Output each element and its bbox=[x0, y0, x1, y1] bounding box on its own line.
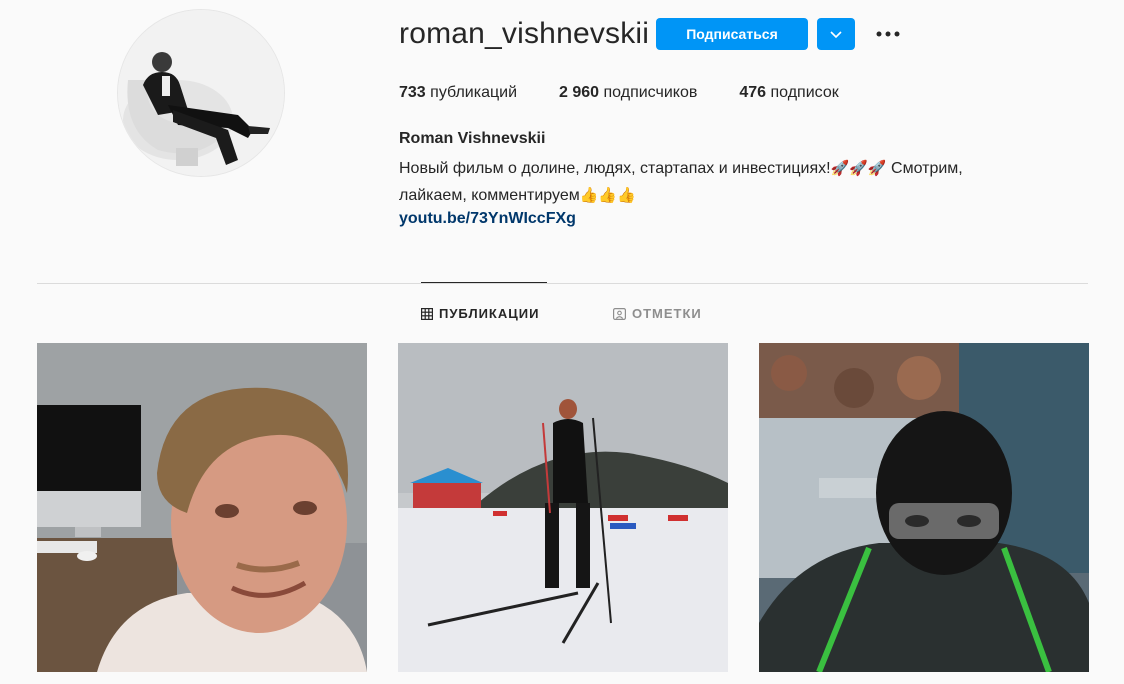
tab-tagged-label: ОТМЕТКИ bbox=[632, 306, 702, 321]
followers-label: подписчиков bbox=[603, 84, 698, 101]
profile-external-link[interactable]: youtu.be/73YnWIccFXg bbox=[399, 210, 576, 228]
more-dots-icon bbox=[876, 31, 900, 37]
chevron-down-icon bbox=[830, 31, 842, 39]
tab-posts[interactable]: ПУБЛИКАЦИИ bbox=[421, 306, 539, 321]
stat-followers[interactable]: 2 960 подписчиков bbox=[559, 84, 697, 102]
profile-full-name: Roman Vishnevskii bbox=[399, 130, 546, 147]
post-image-skiing bbox=[398, 343, 728, 672]
post-thumbnail[interactable] bbox=[37, 343, 367, 672]
active-tab-indicator bbox=[421, 282, 547, 283]
rocket-emoji-icon: 🚀🚀🚀 bbox=[830, 159, 887, 177]
post-image-selfie-office bbox=[37, 343, 367, 672]
following-count: 476 bbox=[739, 84, 767, 101]
avatar-image bbox=[118, 10, 284, 176]
followers-count: 2 960 bbox=[559, 84, 600, 101]
tab-tagged[interactable]: ОТМЕТКИ bbox=[613, 306, 702, 321]
bio-line-2: лайкаем, комментируем bbox=[399, 187, 580, 204]
profile-avatar[interactable] bbox=[117, 9, 285, 177]
stat-following[interactable]: 476 подписок bbox=[739, 84, 838, 102]
post-thumbnail[interactable] bbox=[398, 343, 728, 672]
more-options-button[interactable] bbox=[870, 20, 906, 48]
bio-line-1: Новый фильм о долине, людях, стартапах и… bbox=[399, 160, 831, 177]
suggested-dropdown-button[interactable] bbox=[817, 18, 855, 50]
profile-stats: 733 публикаций 2 960 подписчиков 476 под… bbox=[399, 84, 881, 102]
profile-username: roman_vishnevskii bbox=[399, 17, 650, 50]
profile-bio: Новый фильм о долине, людях, стартапах и… bbox=[399, 155, 1049, 209]
post-image-balaclava bbox=[759, 343, 1089, 672]
following-label: подписок bbox=[770, 84, 839, 101]
stat-posts: 733 публикаций bbox=[399, 84, 517, 102]
bio-line-1-end: Смотрим, bbox=[886, 160, 963, 177]
post-thumbnail[interactable] bbox=[759, 343, 1089, 672]
tabs-divider bbox=[37, 283, 1088, 284]
grid-icon bbox=[421, 307, 433, 320]
thumbs-up-emoji-icon: 👍👍👍 bbox=[579, 186, 636, 204]
posts-count: 733 bbox=[399, 84, 426, 101]
posts-label: публикаций bbox=[430, 84, 518, 101]
tab-posts-label: ПУБЛИКАЦИИ bbox=[439, 306, 540, 321]
tag-person-icon bbox=[613, 307, 626, 320]
follow-button[interactable]: Подписаться bbox=[656, 18, 808, 50]
